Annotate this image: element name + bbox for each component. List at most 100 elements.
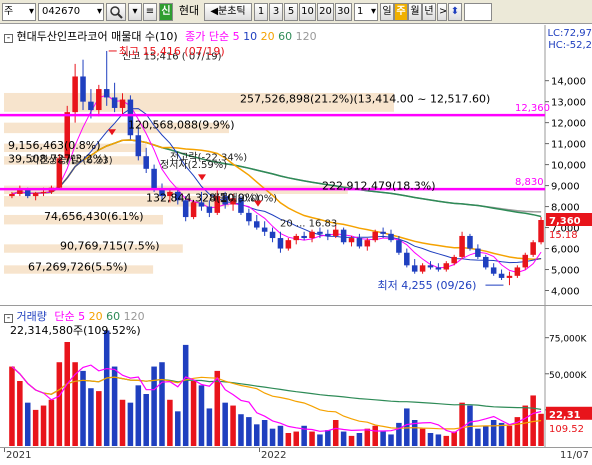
low-annotation: 최저 4,255 (09/26) (377, 279, 476, 292)
date-tick (4, 448, 5, 452)
candle (451, 256, 457, 264)
candle (435, 267, 442, 270)
period-day[interactable]: 일 (380, 3, 394, 21)
new-badge[interactable]: 신 (159, 3, 173, 21)
volume-bar (88, 388, 94, 446)
y-axis-tick-label: 12,000 (551, 119, 586, 130)
candle (372, 231, 378, 241)
volume-bar (506, 425, 513, 446)
volume-bar (396, 422, 402, 446)
volume-bar (372, 425, 378, 446)
volume-profile-label: 67,269,726(5.5%) (28, 261, 128, 274)
y-axis-tick-label: 14,000 (551, 77, 586, 88)
candle (135, 135, 142, 157)
volume-profile-label: 120,568,088(9.9%) (128, 119, 235, 132)
volume-bar (261, 420, 268, 446)
period-month[interactable]: 월 (408, 3, 422, 21)
period-10[interactable]: 10 (299, 3, 316, 21)
candle (40, 191, 47, 193)
ma-60: 60 (278, 30, 293, 43)
volume-profile-label: 257,526,898(21.2%)(13,414.00 ~ 12,517.60… (240, 93, 490, 106)
magenta-line-label: 8,830 (515, 177, 544, 188)
volume-bar (214, 370, 221, 446)
price-legend: - 현대두산인프라코어 매물대 수(10) 종가 단순 5 10 20 60 1… (4, 28, 317, 44)
volume-bar (17, 381, 23, 446)
up-down-arrow-icon: ⬍ (450, 6, 460, 17)
candle (443, 263, 450, 270)
y-axis-tick-label: 6,000 (551, 245, 580, 256)
y-axis-tick-label: 10,000 (551, 161, 586, 172)
tick-interval-button[interactable]: ◀분초틱 (204, 3, 252, 21)
count-input[interactable]: 1 ▾ (354, 3, 378, 21)
volume-bar (9, 366, 15, 446)
candle (285, 240, 292, 249)
date-label-current: 11/07 (560, 450, 589, 461)
candle (427, 265, 434, 268)
period-30[interactable]: 30 (335, 3, 352, 21)
stock-name: 현대 (178, 4, 200, 17)
expand-button[interactable]: ▾ (128, 3, 142, 21)
settings-button[interactable]: ≡ (143, 3, 157, 21)
volume-bar (96, 391, 102, 446)
current-price-label: 7,360 (549, 216, 581, 227)
volume-bar (380, 431, 386, 446)
candle (206, 206, 213, 213)
volume-bar (483, 425, 489, 446)
period-week[interactable]: 주 (394, 3, 408, 21)
date-label-2021: 2021 (6, 450, 32, 461)
candle (17, 189, 23, 194)
period-1[interactable]: 1 (254, 3, 268, 21)
candle (253, 221, 260, 228)
ma-5: 5 (232, 30, 240, 43)
period-5[interactable]: 5 (284, 3, 298, 21)
volume-axis-tick-label: 75,000K (549, 335, 587, 345)
type-select[interactable]: 주 ▾ (2, 3, 36, 21)
volume-bar (277, 425, 284, 446)
period-20[interactable]: 20 (317, 3, 334, 21)
volume-bar (348, 435, 355, 446)
candle (309, 231, 315, 239)
blank-input[interactable] (464, 3, 492, 21)
volume-bar (388, 434, 394, 446)
candle (396, 240, 402, 253)
candle (9, 193, 15, 197)
candle (32, 192, 39, 197)
volume-bar (119, 399, 126, 446)
date-label-2022: 2022 (261, 450, 287, 461)
current-volume-pct: 109.52 (549, 424, 584, 435)
volume-bar (48, 399, 55, 446)
volume-profile-label: 9,156,463(0.8%) (8, 139, 101, 152)
period-3[interactable]: 3 (269, 3, 283, 21)
volume-bar (475, 428, 481, 446)
candle (483, 256, 489, 268)
candle (325, 233, 331, 236)
volume-profile-label: 74,656,430(6.1%) (44, 210, 144, 223)
candle (119, 99, 126, 108)
volume-bar (111, 366, 118, 446)
stock-code-input[interactable]: 042670 ▾ (38, 3, 104, 21)
volume-axis-tick-label: 50,000K (549, 371, 587, 381)
volume-bar (159, 362, 165, 446)
candle (72, 76, 78, 113)
volume-bar (80, 370, 86, 446)
chevron-down-icon: ▾ (370, 6, 376, 17)
volume-bar (522, 405, 529, 446)
volume-bar (40, 405, 47, 446)
candle (506, 275, 513, 278)
volume-bar (182, 344, 189, 446)
candle (419, 265, 426, 272)
price-chart-pane: 4,000 5,000 6,000 7,000 8,000 9,000 10,000 11,0… (0, 25, 592, 306)
volume-bar (24, 402, 31, 446)
volume-bar (285, 433, 292, 446)
search-button[interactable] (106, 3, 126, 21)
candle (356, 238, 363, 247)
volume-bar (309, 431, 315, 446)
more-button[interactable]: > (437, 3, 447, 21)
period-year[interactable]: 년 (422, 3, 436, 21)
candle (24, 189, 31, 197)
collapse-icon[interactable]: - (4, 34, 13, 43)
price-chart: 4,0005,0006,0007,0008,0009,00010,00011,0… (0, 25, 592, 306)
updown-button[interactable]: ⬍ (448, 3, 462, 21)
volume-bar (364, 428, 371, 446)
toolbar: 주 ▾ 042670 ▾ ▾ ≡ 신 현대 ◀분초틱 1 3 5 10 20 30 … (0, 0, 592, 24)
